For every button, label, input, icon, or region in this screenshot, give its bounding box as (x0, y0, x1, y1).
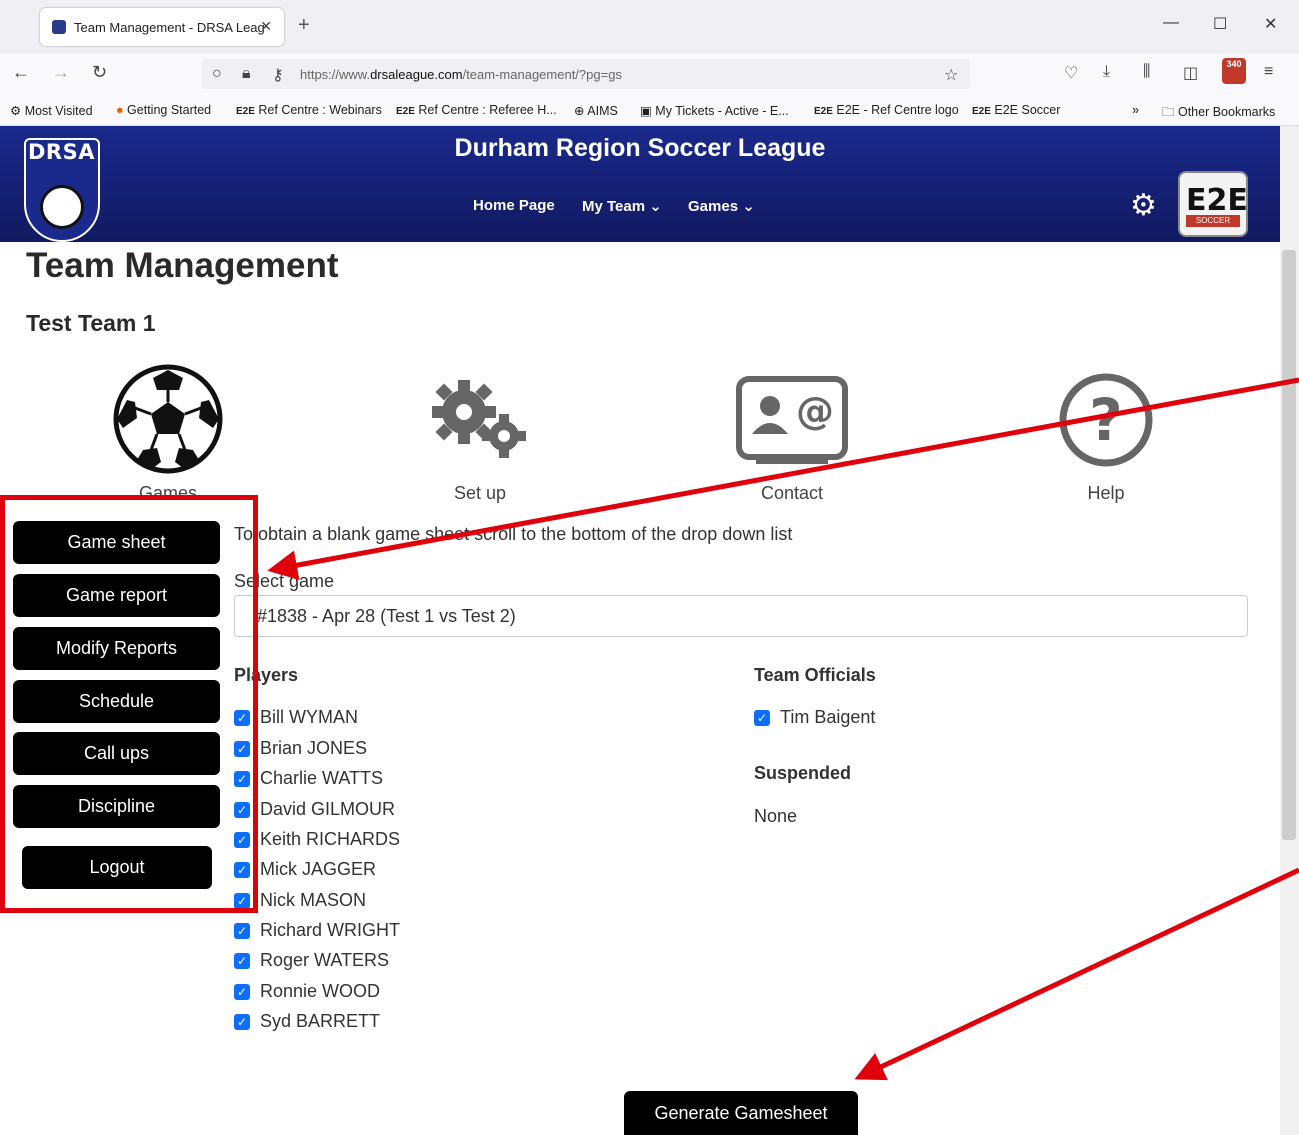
suspended-value: None (754, 806, 798, 826)
help-question-icon: ? (1059, 373, 1153, 467)
player-name: Ronnie WOOD (260, 981, 381, 1001)
new-tab-button[interactable]: + (298, 14, 310, 37)
bookmark-e2e-soccer[interactable]: E2E E2E Soccer (972, 103, 1060, 117)
menu-icon[interactable]: ≡ (1264, 63, 1273, 81)
sidebar-icon[interactable]: ◫ (1183, 63, 1198, 83)
reload-icon[interactable]: ↻ (92, 62, 107, 83)
bookmark-star-icon[interactable]: ☆ (944, 65, 958, 85)
tab-title: Team Management - DRSA Leag (74, 19, 265, 35)
bookmark-e2e-ref-centre-logo[interactable]: E2E E2E - Ref Centre logo (814, 103, 959, 117)
scrollbar-thumb[interactable] (1282, 250, 1296, 840)
bookmark-aims[interactable]: ⊕ AIMS (574, 103, 618, 118)
feature-help-label: Help (1087, 483, 1125, 503)
player-name: Charlie WATTS (260, 768, 384, 788)
suspended-heading: Suspended (754, 763, 852, 783)
feature-contact[interactable]: @ Contact (736, 368, 848, 503)
checkbox-checked-icon[interactable]: ✓ (234, 1013, 250, 1030)
close-window-icon[interactable]: ✕ (1264, 14, 1277, 34)
url-scheme: https://www. (300, 66, 371, 82)
e2e-logo-subtext: SOCCER (1186, 215, 1240, 227)
feature-games[interactable]: Games (113, 364, 223, 503)
player-row[interactable]: ✓ Keith RICHARDS (234, 829, 400, 850)
pocket-icon[interactable]: ♡ (1064, 63, 1078, 83)
feature-contact-label: Contact (760, 483, 824, 503)
checkbox-checked-icon[interactable]: ✓ (234, 983, 250, 1000)
settings-gear-icon[interactable]: ⚙ (1130, 191, 1157, 221)
menu-home-page[interactable]: Home Page (473, 197, 555, 214)
bookmark-ref-centre-webinars[interactable]: E2E Ref Centre : Webinars (236, 103, 382, 117)
extension-badge-icon[interactable]: 340 (1222, 58, 1246, 84)
url-path: /team-management/?pg=gs (462, 66, 622, 82)
checkbox-checked-icon[interactable]: ✓ (754, 709, 770, 726)
menu-my-team[interactable]: My Team ⌄ (582, 197, 662, 215)
library-icon[interactable]: ⫼ (1143, 63, 1150, 81)
url-bar[interactable]: ○ 🔒︎ ⚷ https://www. drsaleague.com/team-m… (202, 59, 970, 89)
contact-card-icon: @ (736, 376, 848, 464)
player-name: Bill WYMAN (260, 707, 358, 727)
checkbox-checked-icon[interactable]: ✓ (234, 922, 250, 939)
generate-gamesheet-button[interactable]: Generate Gamesheet (624, 1091, 858, 1135)
forward-icon[interactable]: → (52, 62, 70, 83)
minimize-icon[interactable]: — (1163, 14, 1179, 32)
selected-game-value: #1838 - Apr 28 (Test 1 vs Test 2) (257, 605, 516, 626)
team-officials-heading: Team Officials (754, 665, 876, 685)
maximize-icon[interactable]: ☐ (1213, 14, 1227, 34)
player-name: Mick JAGGER (260, 859, 377, 879)
annotation-highlight-box (0, 495, 258, 913)
bookmark-ref-centre-referee[interactable]: E2E Ref Centre : Referee H... (396, 103, 557, 117)
feature-setup-label: Set up (453, 483, 507, 503)
player-row[interactable]: ✓ Richard WRIGHT (234, 920, 400, 941)
player-row[interactable]: ✓ Syd BARRETT (234, 1011, 380, 1032)
back-icon[interactable]: ← (12, 62, 30, 83)
annotation-arrow-generate (854, 867, 1299, 1081)
bookmark-getting-started[interactable]: ● Getting Started (116, 103, 211, 117)
bookmarks-bar: ⚙︎ Most Visited ● Getting Started E2E Re… (0, 94, 1299, 126)
game-select-dropdown[interactable]: #1838 - Apr 28 (Test 1 vs Test 2) (234, 595, 1248, 637)
feature-setup[interactable]: Set up (430, 368, 530, 503)
bookmark-overflow-icon[interactable]: » (1132, 103, 1139, 117)
site-title: Durham Region Soccer League (454, 134, 826, 162)
checkbox-checked-icon[interactable]: ✓ (234, 952, 250, 969)
url-domain: drsaleague.com (370, 66, 463, 82)
player-name: Nick MASON (260, 890, 367, 910)
browser-nav-bar: ← → ↻ ○ 🔒︎ ⚷ https://www. drsaleague.com /… (0, 54, 1299, 94)
soccer-ball-icon (113, 364, 223, 474)
lock-icon[interactable]: 🔒︎ (242, 65, 251, 83)
download-icon[interactable]: ⤓ (1103, 63, 1110, 81)
svg-text:?: ? (1089, 386, 1123, 454)
shield-icon[interactable]: ○ (212, 65, 222, 83)
blank-gamesheet-hint: To obtain a blank game sheet scroll to t… (234, 524, 793, 544)
page-title: Team Management (26, 246, 339, 285)
e2e-logo-text: E2E (1186, 183, 1248, 218)
player-name: Syd BARRETT (260, 1011, 381, 1031)
player-name: Richard WRIGHT (260, 920, 401, 940)
player-row[interactable]: ✓ Ronnie WOOD (234, 981, 380, 1002)
player-row[interactable]: ✓ Roger WATERS (234, 950, 389, 971)
key-icon[interactable]: ⚷ (272, 65, 284, 85)
site-favicon-icon (52, 20, 66, 34)
official-name: Tim Baigent (780, 707, 876, 727)
logo-soccer-ball-icon (40, 185, 84, 229)
browser-tab-bar: Team Management - DRSA Leag ✕ + — ☐ ✕ (0, 0, 1299, 54)
bookmark-my-tickets[interactable]: ▣ My Tickets - Active - E... (640, 103, 789, 118)
player-row[interactable]: ✓ David GILMOUR (234, 799, 395, 820)
menu-games[interactable]: Games ⌄ (688, 197, 755, 215)
team-name: Test Team 1 (26, 310, 156, 336)
other-bookmarks[interactable]: 🗀︎ Other Bookmarks (1162, 103, 1275, 124)
bookmark-most-visited[interactable]: ⚙︎ Most Visited (10, 103, 93, 118)
e2e-soccer-logo[interactable]: E2E SOCCER (1178, 171, 1248, 237)
browser-tab[interactable]: Team Management - DRSA Leag ✕ (40, 8, 284, 46)
close-tab-icon[interactable]: ✕ (260, 18, 272, 35)
player-name: Brian JONES (260, 738, 368, 758)
svg-text:@: @ (796, 389, 834, 433)
official-row[interactable]: ✓ Tim Baigent (754, 707, 875, 728)
player-name: Keith RICHARDS (260, 829, 401, 849)
player-name: Roger WATERS (260, 950, 390, 970)
player-name: David GILMOUR (260, 799, 396, 819)
feature-help[interactable]: ? Help (1056, 368, 1156, 503)
gears-icon (432, 380, 526, 458)
